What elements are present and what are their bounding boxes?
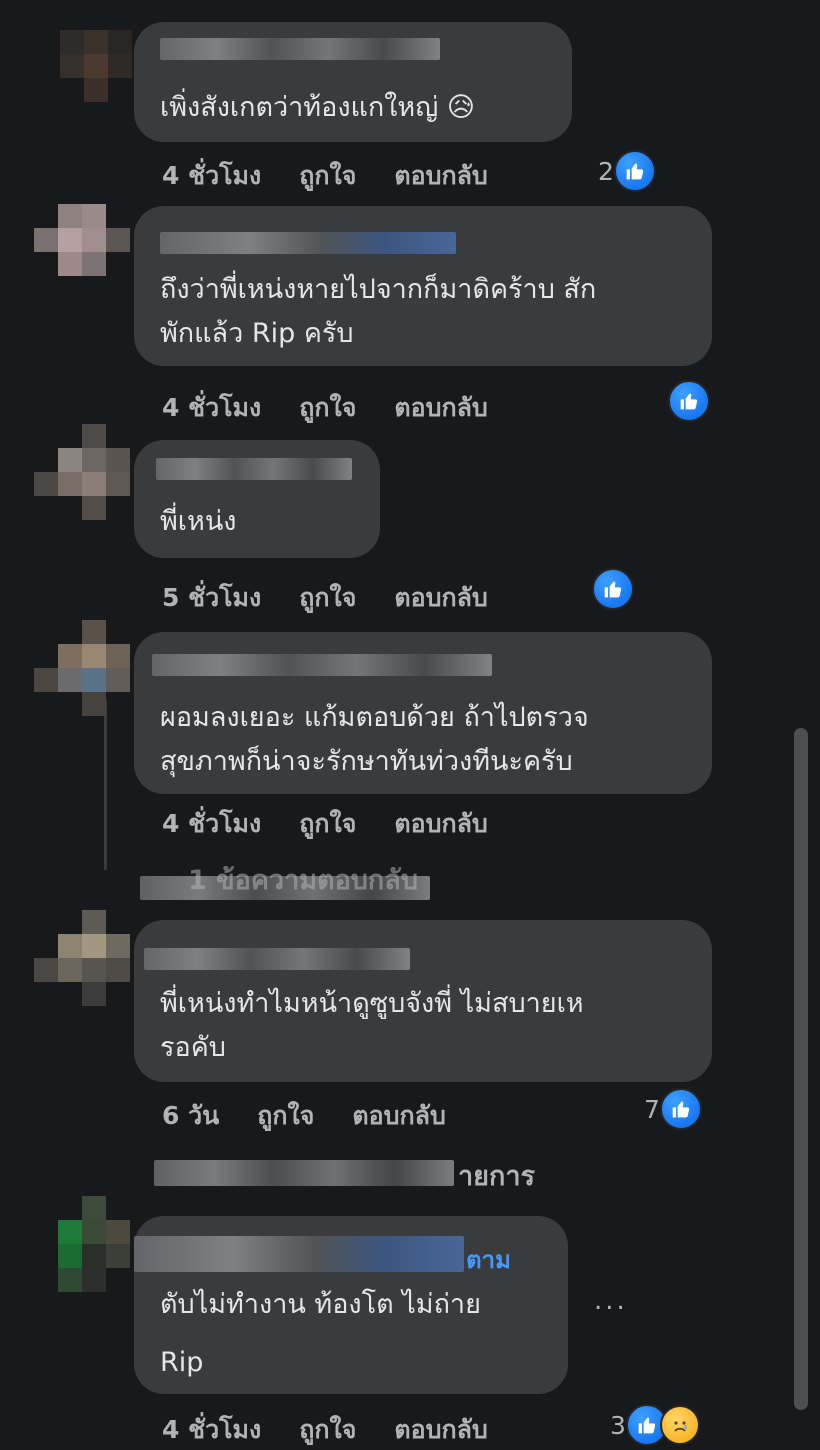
comment-bubble: ผอมลงเยอะ แก้มตอบด้วย ถ้าไปตรวจ สุขภาพก็…: [134, 632, 712, 794]
commenter-name[interactable]: [152, 654, 492, 676]
reply-button[interactable]: ตอบกลับ: [394, 388, 487, 428]
reaction-count[interactable]: 3: [610, 1404, 700, 1446]
like-button[interactable]: ถูกใจ: [257, 1096, 314, 1136]
timestamp[interactable]: 4 ชั่วโมง: [162, 156, 261, 196]
timestamp[interactable]: 4 ชั่วโมง: [162, 388, 261, 428]
like-button[interactable]: ถูกใจ: [299, 804, 356, 844]
avatar[interactable]: [34, 620, 130, 716]
like-button[interactable]: ถูกใจ: [299, 1410, 356, 1450]
comment-bubble: ตาม ตับไม่ทำงาน ท้องโต ไม่ถ่าย Rip: [134, 1216, 568, 1394]
comment-meta: 4 ชั่วโมง ถูกใจ ตอบกลับ: [162, 388, 488, 428]
sad-reaction-icon: [659, 1405, 700, 1445]
like-button[interactable]: ถูกใจ: [299, 156, 356, 196]
avatar[interactable]: [34, 1196, 130, 1292]
view-replies-link[interactable]: 1 ข้อความตอบกลับ: [188, 858, 418, 901]
like-button[interactable]: ถูกใจ: [299, 578, 356, 618]
reply-button[interactable]: ตอบกลับ: [394, 578, 487, 618]
comment-text: ตับไม่ทำงาน ท้องโต ไม่ถ่าย Rip: [160, 1289, 481, 1378]
reaction-count[interactable]: 2: [598, 150, 656, 192]
comment-text: พี่เหน่ง: [160, 506, 237, 537]
reaction-count[interactable]: [592, 568, 634, 610]
reaction-count[interactable]: 7: [644, 1088, 702, 1130]
view-more-link[interactable]: ายการ: [458, 1154, 535, 1197]
comment-meta: 4 ชั่วโมง ถูกใจ ตอบกลับ: [162, 156, 488, 196]
commenter-name[interactable]: [160, 38, 440, 60]
reply-button[interactable]: ตอบกลับ: [352, 1096, 445, 1136]
commenter-name[interactable]: [156, 458, 352, 480]
comment-text: พี่เหน่งทำไมหน้าดูซูบจังพี่ ไม่สบายเห รอ…: [160, 988, 584, 1063]
like-button[interactable]: ถูกใจ: [299, 388, 356, 428]
reply-button[interactable]: ตอบกลับ: [394, 1410, 487, 1450]
follow-label[interactable]: ตาม: [466, 1240, 511, 1279]
comment-text: ถึงว่าพี่เหน่งหายไปจากก็มาดิคร้าบ สัก พั…: [160, 274, 597, 349]
blurred-text: [154, 1160, 454, 1186]
avatar[interactable]: [34, 204, 130, 300]
thread-line: [104, 700, 107, 870]
timestamp[interactable]: 4 ชั่วโมง: [162, 804, 261, 844]
reaction-number: 3: [610, 1410, 626, 1440]
avatar[interactable]: [34, 910, 130, 1006]
reply-button[interactable]: ตอบกลับ: [394, 804, 487, 844]
avatar[interactable]: [34, 424, 130, 520]
timestamp[interactable]: 6 วัน: [162, 1096, 219, 1136]
reaction-number: 7: [644, 1094, 660, 1124]
commenter-name[interactable]: [134, 1236, 464, 1272]
like-reaction-icon: [668, 380, 710, 422]
comment-meta: 6 วัน ถูกใจ ตอบกลับ: [162, 1096, 446, 1136]
comment-bubble: พี่เหน่ง: [134, 440, 380, 558]
scrollbar[interactable]: [794, 728, 808, 1410]
reply-button[interactable]: ตอบกลับ: [394, 156, 487, 196]
like-reaction-icon: [613, 150, 656, 192]
comment-meta: 4 ชั่วโมง ถูกใจ ตอบกลับ: [162, 804, 488, 844]
comment-text: ผอมลงเยอะ แก้มตอบด้วย ถ้าไปตรวจ สุขภาพก็…: [160, 702, 589, 777]
comment-bubble: ถึงว่าพี่เหน่งหายไปจากก็มาดิคร้าบ สัก พั…: [134, 206, 712, 366]
comment-text: เพิ่งสังเกตว่าท้องแกใหญ่ 😥: [160, 92, 475, 123]
commenter-name[interactable]: [160, 232, 456, 254]
reaction-count[interactable]: [668, 380, 710, 422]
comment-meta: 5 ชั่วโมง ถูกใจ ตอบกลับ: [162, 578, 488, 618]
more-options-icon[interactable]: ...: [594, 1286, 628, 1316]
comment-bubble: พี่เหน่งทำไมหน้าดูซูบจังพี่ ไม่สบายเห รอ…: [134, 920, 712, 1082]
commenter-name[interactable]: [144, 948, 410, 970]
like-reaction-icon: [659, 1088, 702, 1130]
timestamp[interactable]: 5 ชั่วโมง: [162, 578, 261, 618]
like-reaction-icon: [592, 568, 634, 610]
timestamp[interactable]: 4 ชั่วโมง: [162, 1410, 261, 1450]
comment-meta: 4 ชั่วโมง ถูกใจ ตอบกลับ: [162, 1410, 488, 1450]
comment-bubble: เพิ่งสังเกตว่าท้องแกใหญ่ 😥: [134, 22, 572, 142]
reaction-number: 2: [598, 156, 614, 186]
